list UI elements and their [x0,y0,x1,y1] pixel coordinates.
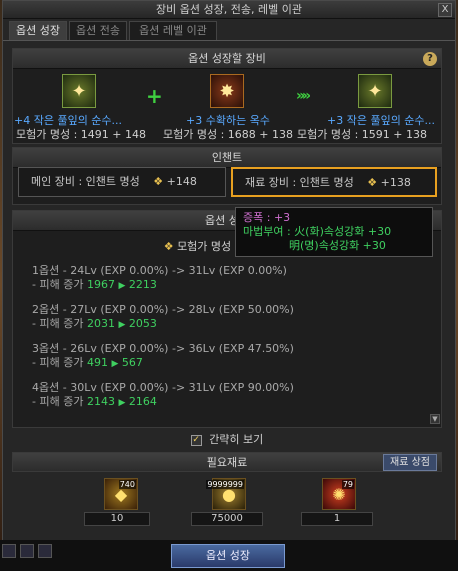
equipment-header: 옵션 성장할 장비 ? [13,49,441,69]
tab-bar: 옵션 성장 옵션 전송 옵션 레벨 이관 [3,21,455,41]
material-count: 75000 [191,512,263,526]
quick-slot-icon[interactable] [38,544,52,558]
damage-from: 2031 [86,317,115,330]
simple-view-label: 간략히 보기 [209,433,264,446]
equipment-header-label: 옵션 성장할 장비 [188,52,266,65]
damage-from: 491 [86,356,108,369]
material-badge: 740 [118,480,136,489]
fame-star-icon: ❖ [163,240,174,253]
damage-to: 567 [121,356,143,369]
option-title: 1옵션 - 24Lv (EXP 0.00%) -> 31Lv (EXP 0.00… [32,264,287,277]
damage-to: 2053 [128,317,157,330]
close-icon[interactable]: X [438,3,452,17]
fame-star-icon: ❖ [367,176,378,189]
option-row: 1옵션 - 24Lv (EXP 0.00%) -> 31Lv (EXP 0.00… [32,264,438,293]
arrow-right-icon: ▶ [111,359,119,369]
simple-view-checkbox[interactable]: ✓ [190,434,202,446]
damage-to: 2213 [128,278,157,291]
arrow-right-icon: ▶ [118,398,126,408]
equipment-icon: ✸ [219,80,235,102]
main-equipment-fame: 모험가 명성 : 1491 + 148 [16,128,146,141]
option-title: 4옵션 - 30Lv (EXP 0.00%) -> 31Lv (EXP 90.0… [32,381,294,394]
scroll-down-icon[interactable]: ▼ [430,414,440,424]
material-enchant-box[interactable]: 재료 장비 : 인챈트 명성 ❖ +138 [231,167,437,197]
material-badge: 79 [341,480,354,489]
material-enchant-value: +138 [380,176,411,189]
damage-label: - 피해 증가 [32,356,84,369]
detail-content: ❖ 모험가 명성 : 1491 ▶ 1 1옵션 - 24Lv (EXP 0.00… [18,232,438,427]
damage-to: 2164 [128,395,157,408]
main-enchant-value: +148 [166,175,197,188]
quick-slot-icon[interactable] [20,544,34,558]
option-damage: - 피해 증가 1967 ▶ 2213 [32,278,438,293]
material-shop-button[interactable]: 재료 상점 [383,454,437,471]
window-title: 장비 옵션 성장, 전송, 레벨 이관 [156,3,302,16]
option-row: 3옵션 - 26Lv (EXP 0.00%) -> 36Lv (EXP 47.5… [32,342,438,371]
materials-header-label: 필요재료 [206,456,248,469]
option-damage: - 피해 증가 2031 ▶ 2053 [32,317,438,332]
material-equipment-slot[interactable]: ✸ [210,74,244,108]
material-enchant-label: 재료 장비 : 인챈트 명성 [245,176,354,189]
enchant-tooltip: 증폭 : +3 마법부여 : 火(화)속성강화 +30 明(명)속성강화 +30 [235,207,433,257]
material-count: 1 [301,512,373,526]
main-equipment-slot[interactable]: ✦ [62,74,96,108]
arrows-icon: »» [296,88,311,104]
main-enchant-label: 메인 장비 : 인챈트 명성 [31,175,140,188]
quick-slot-icon[interactable] [2,544,16,558]
help-icon[interactable]: ? [423,52,437,66]
material-badge: 9999999 [206,480,244,489]
tooltip-enchant: 마법부여 : 火(화)속성강화 +30 [243,225,392,238]
damage-from: 2143 [86,395,115,408]
material-equipment-fame: 모험가 명성 : 1688 + 138 [163,128,293,141]
option-grow-button[interactable]: 옵션 성장 [171,544,285,568]
damage-label: - 피해 증가 [32,317,84,330]
damage-label: - 피해 증가 [32,278,84,291]
option-damage: - 피해 증가 2143 ▶ 2164 [32,395,438,410]
simple-view-row: ✓ 간략히 보기 [0,431,454,447]
tooltip-amplify: 증폭 : +3 [243,211,291,224]
enchant-header: 인챈트 [13,148,441,168]
option-title: 3옵션 - 26Lv (EXP 0.00%) -> 36Lv (EXP 47.5… [32,342,294,355]
equipment-icon: ✦ [367,80,383,102]
arrow-right-icon: ▶ [118,281,126,291]
material-slot-shard[interactable]: ✺ 79 [322,478,356,510]
result-equipment-slot[interactable]: ✦ [358,74,392,108]
material-count: 10 [84,512,150,526]
option-row: 2옵션 - 27Lv (EXP 0.00%) -> 28Lv (EXP 50.0… [32,303,438,332]
damage-label: - 피해 증가 [32,395,84,408]
main-enchant-box: 메인 장비 : 인챈트 명성 ❖ +148 [18,167,226,197]
tab-option-level-transfer[interactable]: 옵션 레벨 이관 [129,21,217,40]
plus-icon: + [146,84,163,108]
equipment-icon: ✦ [71,80,87,102]
option-row: 4옵션 - 30Lv (EXP 0.00%) -> 31Lv (EXP 90.0… [32,381,438,410]
damage-from: 1967 [86,278,115,291]
option-damage: - 피해 증가 491 ▶ 567 [32,356,438,371]
fame-star-icon: ❖ [153,175,164,188]
tab-option-growth[interactable]: 옵션 성장 [9,21,67,40]
arrow-right-icon: ▶ [118,320,126,330]
result-equipment-fame: 모험가 명성 : 1591 + 138 [297,128,427,141]
tooltip-enchant-2: 明(명)속성강화 +30 [289,239,386,252]
materials-header: 필요재료 재료 상점 [12,452,442,472]
material-slot-gold[interactable]: ● 9999999 [206,478,246,510]
window-titlebar[interactable]: 장비 옵션 성장, 전송, 레벨 이관 X [3,1,455,19]
tab-option-transfer[interactable]: 옵션 전송 [69,21,127,40]
option-title: 2옵션 - 27Lv (EXP 0.00%) -> 28Lv (EXP 50.0… [32,303,294,316]
material-slot-gem[interactable]: ◆ 740 [104,478,138,510]
